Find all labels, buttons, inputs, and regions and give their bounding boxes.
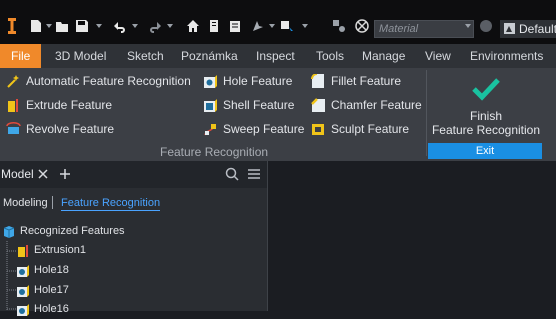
- automatic-recognition-icon: [7, 75, 19, 88]
- hole-icon: [17, 304, 29, 316]
- extrude-icon: [8, 99, 18, 112]
- extrude-icon: [18, 245, 28, 257]
- tab-sketch[interactable]: Sketch: [127, 49, 164, 63]
- material-select[interactable]: Material: [374, 20, 474, 38]
- mode-separator: [52, 196, 53, 209]
- appearance-value: Default: [519, 22, 556, 36]
- ribbon-divider: [426, 70, 427, 156]
- appearance-clear-icon[interactable]: [355, 19, 369, 33]
- feature-recognition-mode-tab[interactable]: Feature Recognition: [61, 197, 161, 211]
- sculpt-icon: [312, 124, 324, 135]
- tab-model[interactable]: Model: [1, 167, 34, 181]
- finish-feature-recognition-button[interactable]: Finish Feature Recognition: [428, 68, 544, 142]
- update-icon[interactable]: [228, 19, 242, 33]
- new-dropdown-icon[interactable]: [46, 24, 52, 28]
- search-icon[interactable]: [225, 167, 239, 181]
- feature-recognition-group-label: Feature Recognition: [160, 145, 269, 159]
- appearance-select[interactable]: Default: [500, 20, 556, 38]
- home-icon[interactable]: [186, 19, 200, 33]
- modeling-mode-tab[interactable]: Modeling: [3, 197, 48, 209]
- part-icon: [3, 226, 15, 238]
- undo-icon[interactable]: [113, 19, 127, 33]
- tab-manage[interactable]: Manage: [362, 49, 405, 63]
- inventor-logo-icon: [8, 18, 16, 34]
- redo-dropdown-icon[interactable]: [167, 24, 173, 28]
- tab-tools[interactable]: Tools: [316, 49, 344, 63]
- add-tab-icon[interactable]: [59, 168, 71, 180]
- browser-tab-bar: Model: [0, 161, 267, 188]
- tab-view[interactable]: View: [425, 49, 451, 63]
- tab-3d-model[interactable]: 3D Model: [55, 49, 106, 63]
- ribbon-tabs: File 3D Model Sketch Poznámka Inspect To…: [0, 44, 556, 68]
- save-dropdown-icon[interactable]: [92, 19, 106, 33]
- tab-file[interactable]: File: [0, 44, 41, 68]
- tab-poznamka[interactable]: Poznámka: [181, 49, 238, 63]
- exit-panel-label: Exit: [428, 143, 542, 159]
- undo-dropdown-icon[interactable]: [132, 24, 138, 28]
- hole-icon: [17, 285, 29, 297]
- appearance-sphere-icon[interactable]: [479, 19, 493, 33]
- hole-icon: [204, 75, 217, 88]
- selection-dropdown-icon[interactable]: [302, 24, 308, 28]
- chamfer-icon: [311, 98, 325, 112]
- new-file-icon[interactable]: [29, 19, 43, 33]
- tab-inspect[interactable]: Inspect: [256, 49, 295, 63]
- material-dropdown-icon[interactable]: [465, 24, 471, 28]
- sweep-icon: [204, 124, 216, 136]
- filter-dropdown-icon[interactable]: [269, 24, 275, 28]
- revolve-icon: [6, 122, 21, 134]
- open-folder-icon[interactable]: [55, 19, 69, 33]
- close-icon[interactable]: [38, 169, 48, 179]
- select-filter-icon[interactable]: [251, 19, 265, 33]
- menu-icon[interactable]: [247, 168, 261, 180]
- properties-icon[interactable]: [207, 19, 221, 33]
- material-placeholder: Material: [379, 23, 419, 35]
- shell-icon: [204, 99, 217, 112]
- tab-environments[interactable]: Environments: [470, 49, 543, 63]
- selection-mode-icon[interactable]: [280, 19, 294, 33]
- quick-access-toolbar: Material Default: [0, 0, 556, 44]
- ribbon-panel: Automatic Feature Recognition Extrude Fe…: [0, 68, 556, 161]
- redo-icon[interactable]: [148, 19, 162, 33]
- graphics-window[interactable]: [268, 161, 556, 311]
- save-icon[interactable]: [75, 19, 89, 33]
- appearance-icon: [504, 23, 515, 34]
- fillet-icon: [311, 74, 324, 88]
- checkmark-icon: [472, 78, 500, 101]
- finish-label: Finish Feature Recognition: [431, 109, 541, 137]
- model-browser: Model Modeling Feature Recognition Recog…: [0, 161, 267, 316]
- shapes-icon[interactable]: [332, 19, 346, 33]
- hole-icon: [17, 265, 29, 277]
